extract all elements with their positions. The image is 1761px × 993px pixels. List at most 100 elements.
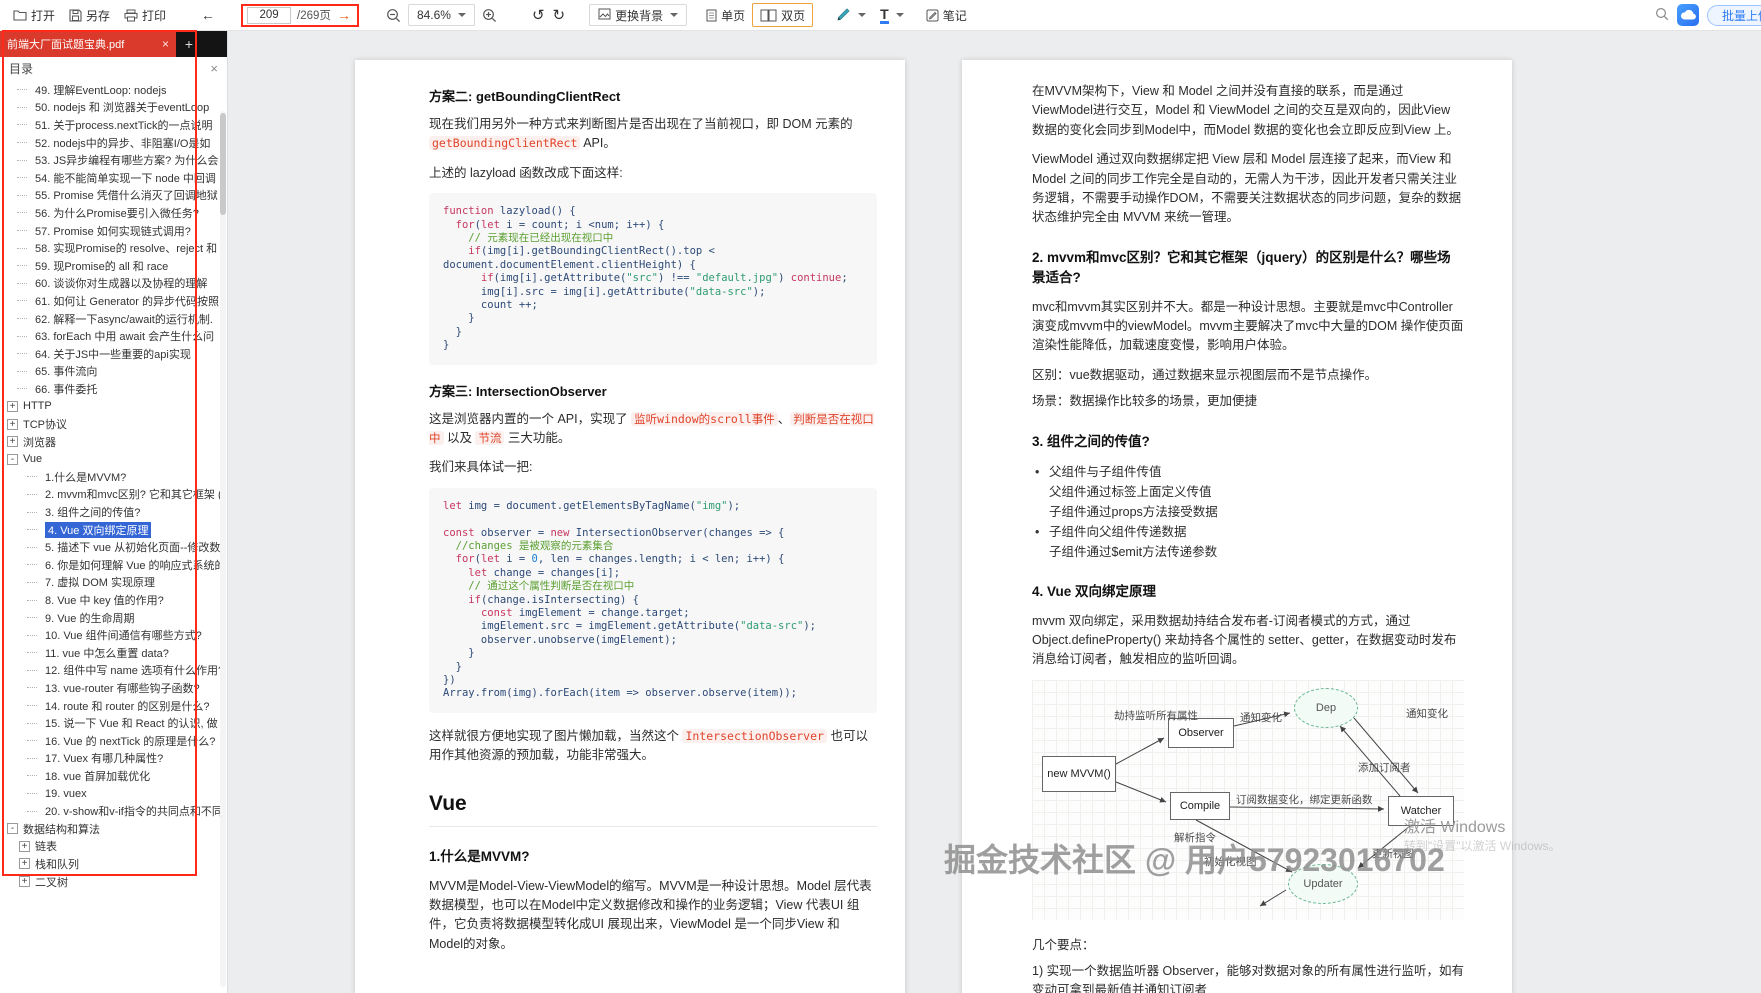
tree-toggle-icon[interactable] [19, 331, 30, 342]
toc-item[interactable]: 63. forEach 中用 await 会产生什么问 [0, 327, 227, 345]
change-background-select[interactable]: 更换背景 [589, 4, 687, 26]
toc-item[interactable]: 8. Vue 中 key 值的作用? [0, 591, 227, 609]
undo-button[interactable]: ↺ [528, 6, 549, 24]
goto-page-button[interactable]: → [337, 7, 351, 23]
tree-toggle-icon[interactable] [29, 735, 40, 746]
toc-item[interactable]: TCP协议 [0, 415, 227, 433]
toc-item[interactable]: 1.什么是MVVM? [0, 468, 227, 486]
pen-tool-button[interactable] [829, 3, 873, 27]
toc-item[interactable]: 66. 事件委托 [0, 380, 227, 398]
document-area[interactable]: 方案二: getBoundingClientRect 现在我们用另外一种方式来判… [228, 31, 1761, 993]
tree-toggle-icon[interactable] [29, 753, 40, 764]
toc-item[interactable]: 65. 事件流向 [0, 363, 227, 381]
toc-item[interactable]: 64. 关于JS中一些重要的api实现 [0, 345, 227, 363]
tree-toggle-icon[interactable] [29, 788, 40, 799]
toc-item[interactable]: 51. 关于process.nextTick的一点说明 [0, 116, 227, 134]
tree-toggle-icon[interactable] [19, 84, 30, 95]
tree-toggle-icon[interactable] [29, 682, 40, 693]
toc-item[interactable]: 50. nodejs 和 浏览器关于eventLoop [0, 99, 227, 117]
zoom-out-button[interactable] [379, 3, 408, 27]
tree-toggle-icon[interactable] [19, 876, 30, 887]
toc-item[interactable]: 58. 实现Promise的 resolve、reject 和 [0, 239, 227, 257]
toc-item[interactable]: 6. 你是如何理解 Vue 的响应式系统的 [0, 556, 227, 574]
toc-item[interactable]: 56. 为什么Promise要引入微任务? [0, 204, 227, 222]
tree-toggle-icon[interactable] [29, 630, 40, 641]
tree-toggle-icon[interactable] [19, 313, 30, 324]
tree-toggle-icon[interactable] [19, 260, 30, 271]
tree-toggle-icon[interactable] [19, 155, 30, 166]
tree-toggle-icon[interactable] [19, 295, 30, 306]
tree-toggle-icon[interactable] [29, 647, 40, 658]
tree-toggle-icon[interactable] [19, 841, 30, 852]
toc-item[interactable]: 链表 [0, 838, 227, 856]
tree-toggle-icon[interactable] [19, 348, 30, 359]
toc-item[interactable]: 62. 解释一下async/await的运行机制. [0, 310, 227, 328]
toc-item[interactable]: 12. 组件中写 name 选项有什么作用? [0, 662, 227, 680]
toc-item[interactable]: 4. Vue 双向绑定原理 [0, 521, 227, 539]
tree-toggle-icon[interactable] [29, 524, 40, 535]
new-tab-button[interactable]: + [176, 31, 202, 57]
toc-item[interactable]: HTTP [0, 398, 227, 416]
tree-toggle-icon[interactable] [29, 806, 40, 817]
toc-item[interactable]: 11. vue 中怎么重置 data? [0, 644, 227, 662]
tree-toggle-icon[interactable] [29, 595, 40, 606]
tree-toggle-icon[interactable] [19, 119, 30, 130]
toc-item[interactable]: 16. Vue 的 nextTick 的原理是什么? [0, 732, 227, 750]
toc-item[interactable]: Vue [0, 450, 227, 468]
toc-item[interactable]: 栈和队列 [0, 855, 227, 873]
notes-button[interactable]: 笔记 [919, 3, 974, 27]
tree-toggle-icon[interactable] [19, 243, 30, 254]
save-as-button[interactable]: 另存 [62, 3, 117, 27]
open-button[interactable]: 打开 [6, 3, 62, 27]
tree-toggle-icon[interactable] [19, 383, 30, 394]
toc-item[interactable]: 9. Vue 的生命周期 [0, 609, 227, 627]
toc-item[interactable]: 7. 虚拟 DOM 实现原理 [0, 574, 227, 592]
text-tool-button[interactable]: T [873, 3, 911, 27]
prev-page-button[interactable]: ← [197, 7, 219, 23]
toc-item[interactable]: 49. 理解EventLoop: nodejs [0, 81, 227, 99]
tree-toggle-icon[interactable] [29, 612, 40, 623]
zoom-in-button[interactable] [475, 3, 504, 27]
sidebar-scrollbar[interactable] [220, 111, 226, 987]
toc-item[interactable]: 17. Vuex 有哪几种属性? [0, 750, 227, 768]
tree-toggle-icon[interactable] [7, 401, 18, 412]
close-outline-panel-button[interactable]: × [210, 61, 218, 76]
tree-toggle-icon[interactable] [29, 665, 40, 676]
toc-item[interactable]: 二叉树 [0, 873, 227, 891]
tree-toggle-icon[interactable] [19, 190, 30, 201]
page-number-input[interactable]: 209 [247, 7, 291, 24]
cloud-app-logo-icon[interactable] [1677, 4, 1699, 26]
toc-item[interactable]: 数据结构和算法 [0, 820, 227, 838]
tree-toggle-icon[interactable] [29, 700, 40, 711]
toc-item[interactable]: 19. vuex [0, 785, 227, 803]
redo-button[interactable]: ↻ [549, 6, 570, 24]
single-page-button[interactable]: 单页 [699, 3, 752, 27]
tree-toggle-icon[interactable] [19, 172, 30, 183]
tree-toggle-icon[interactable] [7, 419, 18, 430]
tree-toggle-icon[interactable] [29, 559, 40, 570]
toc-item[interactable]: 13. vue-router 有哪些钩子函数? [0, 679, 227, 697]
tree-toggle-icon[interactable] [19, 278, 30, 289]
zoom-level-select[interactable]: 84.6% [408, 4, 475, 26]
toc-item[interactable]: 53. JS异步编程有哪些方案? 为什么会 [0, 151, 227, 169]
document-tab-active[interactable]: 前端大厂面试题宝典.pdf × [0, 31, 176, 57]
tree-toggle-icon[interactable] [19, 858, 30, 869]
toc-item[interactable]: 60. 谈谈你对生成器以及协程的理解 [0, 275, 227, 293]
toc-item[interactable]: 61. 如何让 Generator 的异步代码按照 [0, 292, 227, 310]
print-button[interactable]: 打印 [117, 3, 173, 27]
toc-item[interactable]: 3. 组件之间的传值? [0, 503, 227, 521]
toc-item[interactable]: 5. 描述下 vue 从初始化页面--修改数 [0, 538, 227, 556]
tree-toggle-icon[interactable] [19, 225, 30, 236]
toc-item[interactable]: 10. Vue 组件间通信有哪些方式? [0, 626, 227, 644]
toc-item[interactable]: 54. 能不能简单实现一下 node 中回调 [0, 169, 227, 187]
toc-item[interactable]: 59. 现Promise的 all 和 race [0, 257, 227, 275]
tree-toggle-icon[interactable] [29, 489, 40, 500]
tree-toggle-icon[interactable] [29, 718, 40, 729]
toc-item[interactable]: 14. route 和 router 的区别是什么? [0, 697, 227, 715]
sidebar-scrollbar-thumb[interactable] [220, 113, 226, 215]
tree-toggle-icon[interactable] [29, 471, 40, 482]
double-page-button-selected[interactable]: 双页 [752, 3, 813, 27]
toc-item[interactable]: 浏览器 [0, 433, 227, 451]
tree-toggle-icon[interactable] [29, 770, 40, 781]
toc-item[interactable]: 15. 说一下 Vue 和 React 的认识, 做 [0, 714, 227, 732]
